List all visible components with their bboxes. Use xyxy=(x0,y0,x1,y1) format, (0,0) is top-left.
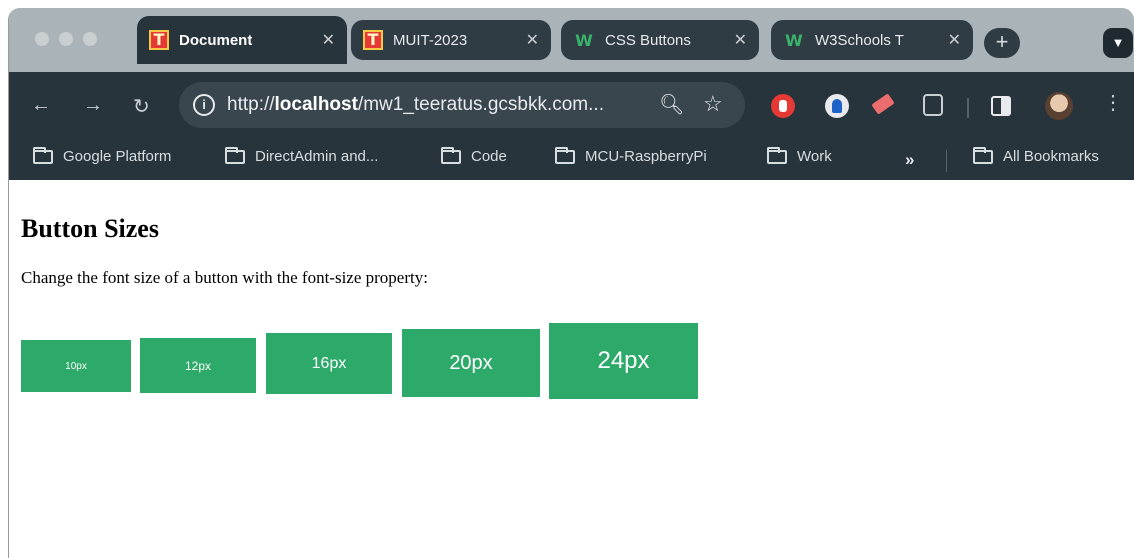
bookmarks-divider xyxy=(946,150,947,172)
bookmark-work[interactable]: Work xyxy=(767,146,832,165)
tab-document[interactable]: T Document ✕ xyxy=(137,16,347,64)
address-bar[interactable]: i http://localhost/mw1_teeratus.gcsbkk.c… xyxy=(179,82,745,128)
more-bookmarks-icon[interactable]: » xyxy=(905,150,914,170)
folder-icon xyxy=(225,146,245,164)
bookmark-label: Work xyxy=(797,148,832,165)
tab-search-button[interactable]: ▼ xyxy=(1103,28,1133,58)
new-tab-button[interactable]: + xyxy=(984,28,1020,58)
extension-icon[interactable] xyxy=(825,94,849,118)
tab-strip: T Document ✕ T MUIT-2023 ✕ W CSS Buttons… xyxy=(9,8,1134,72)
button-12px[interactable]: 12px xyxy=(140,338,256,393)
window-zoom-dot[interactable] xyxy=(83,32,97,46)
browser-window: T Document ✕ T MUIT-2023 ✕ W CSS Buttons… xyxy=(8,8,1134,558)
toolbar: ← → ↻ i http://localhost/mw1_teeratus.gc… xyxy=(9,72,1134,142)
menu-kebab-icon[interactable]: ⋮ xyxy=(1103,90,1123,115)
bookmark-mcu-raspberrypi[interactable]: MCU-RaspberryPi xyxy=(555,146,707,165)
bookmark-code[interactable]: Code xyxy=(441,146,507,165)
bookmark-google-platform[interactable]: Google Platform xyxy=(33,146,172,165)
page-title: Button Sizes xyxy=(21,214,159,243)
forward-icon[interactable]: → xyxy=(83,94,103,117)
reload-icon[interactable]: ↻ xyxy=(133,94,150,119)
tab-title: Document xyxy=(179,31,253,49)
page-content: Button Sizes Change the font size of a b… xyxy=(9,180,1134,558)
adblock-extension-icon[interactable] xyxy=(771,94,795,118)
bookmark-label: DirectAdmin and... xyxy=(255,148,379,165)
site-info-icon[interactable]: i xyxy=(193,94,215,116)
w3schools-icon: W xyxy=(785,30,803,50)
folder-icon xyxy=(555,146,575,164)
tab-w3schools[interactable]: W W3Schools T ✕ xyxy=(771,16,973,64)
close-icon[interactable]: ✕ xyxy=(948,30,961,50)
tab-title: W3Schools T xyxy=(815,31,904,49)
extensions-puzzle-icon[interactable] xyxy=(923,94,943,116)
page-description: Change the font size of a button with th… xyxy=(21,268,428,287)
bookmark-star-icon[interactable]: ☆ xyxy=(703,91,723,117)
close-icon[interactable]: ✕ xyxy=(526,30,539,50)
bookmark-label: All Bookmarks xyxy=(1003,148,1099,165)
url-text[interactable]: http://localhost/mw1_teeratus.gcsbkk.com… xyxy=(227,94,604,116)
t-icon: T xyxy=(363,30,383,50)
tab-muit-2023[interactable]: T MUIT-2023 ✕ xyxy=(351,16,551,64)
tab-css-buttons[interactable]: W CSS Buttons ✕ xyxy=(561,16,759,64)
back-icon[interactable]: ← xyxy=(31,94,51,117)
bookmark-label: MCU-RaspberryPi xyxy=(585,148,707,165)
toolbar-divider xyxy=(967,98,969,118)
folder-icon xyxy=(33,146,53,164)
folder-icon xyxy=(973,146,993,164)
close-icon[interactable]: ✕ xyxy=(734,30,747,50)
folder-icon xyxy=(441,146,461,164)
window-close-dot[interactable] xyxy=(35,32,49,46)
button-24px[interactable]: 24px xyxy=(549,323,698,399)
bookmark-directadmin[interactable]: DirectAdmin and... xyxy=(225,146,379,165)
eraser-extension-icon[interactable] xyxy=(871,93,895,115)
all-bookmarks[interactable]: All Bookmarks xyxy=(973,146,1099,165)
bookmark-label: Google Platform xyxy=(63,148,172,165)
tab-title: CSS Buttons xyxy=(605,31,691,49)
folder-icon xyxy=(767,146,787,164)
bookmarks-bar: Google Platform DirectAdmin and... Code … xyxy=(9,142,1134,180)
t-icon: T xyxy=(149,30,169,50)
button-10px[interactable]: 10px xyxy=(21,340,131,392)
w3schools-icon: W xyxy=(575,30,593,50)
side-panel-icon[interactable] xyxy=(991,96,1011,116)
profile-avatar[interactable] xyxy=(1045,92,1073,120)
zoom-icon[interactable]: 🔍︎ xyxy=(659,92,684,117)
close-icon[interactable]: ✕ xyxy=(322,30,335,50)
button-20px[interactable]: 20px xyxy=(402,329,540,397)
tab-title: MUIT-2023 xyxy=(393,31,468,49)
button-16px[interactable]: 16px xyxy=(266,333,392,394)
bookmark-label: Code xyxy=(471,148,507,165)
window-minimize-dot[interactable] xyxy=(59,32,73,46)
